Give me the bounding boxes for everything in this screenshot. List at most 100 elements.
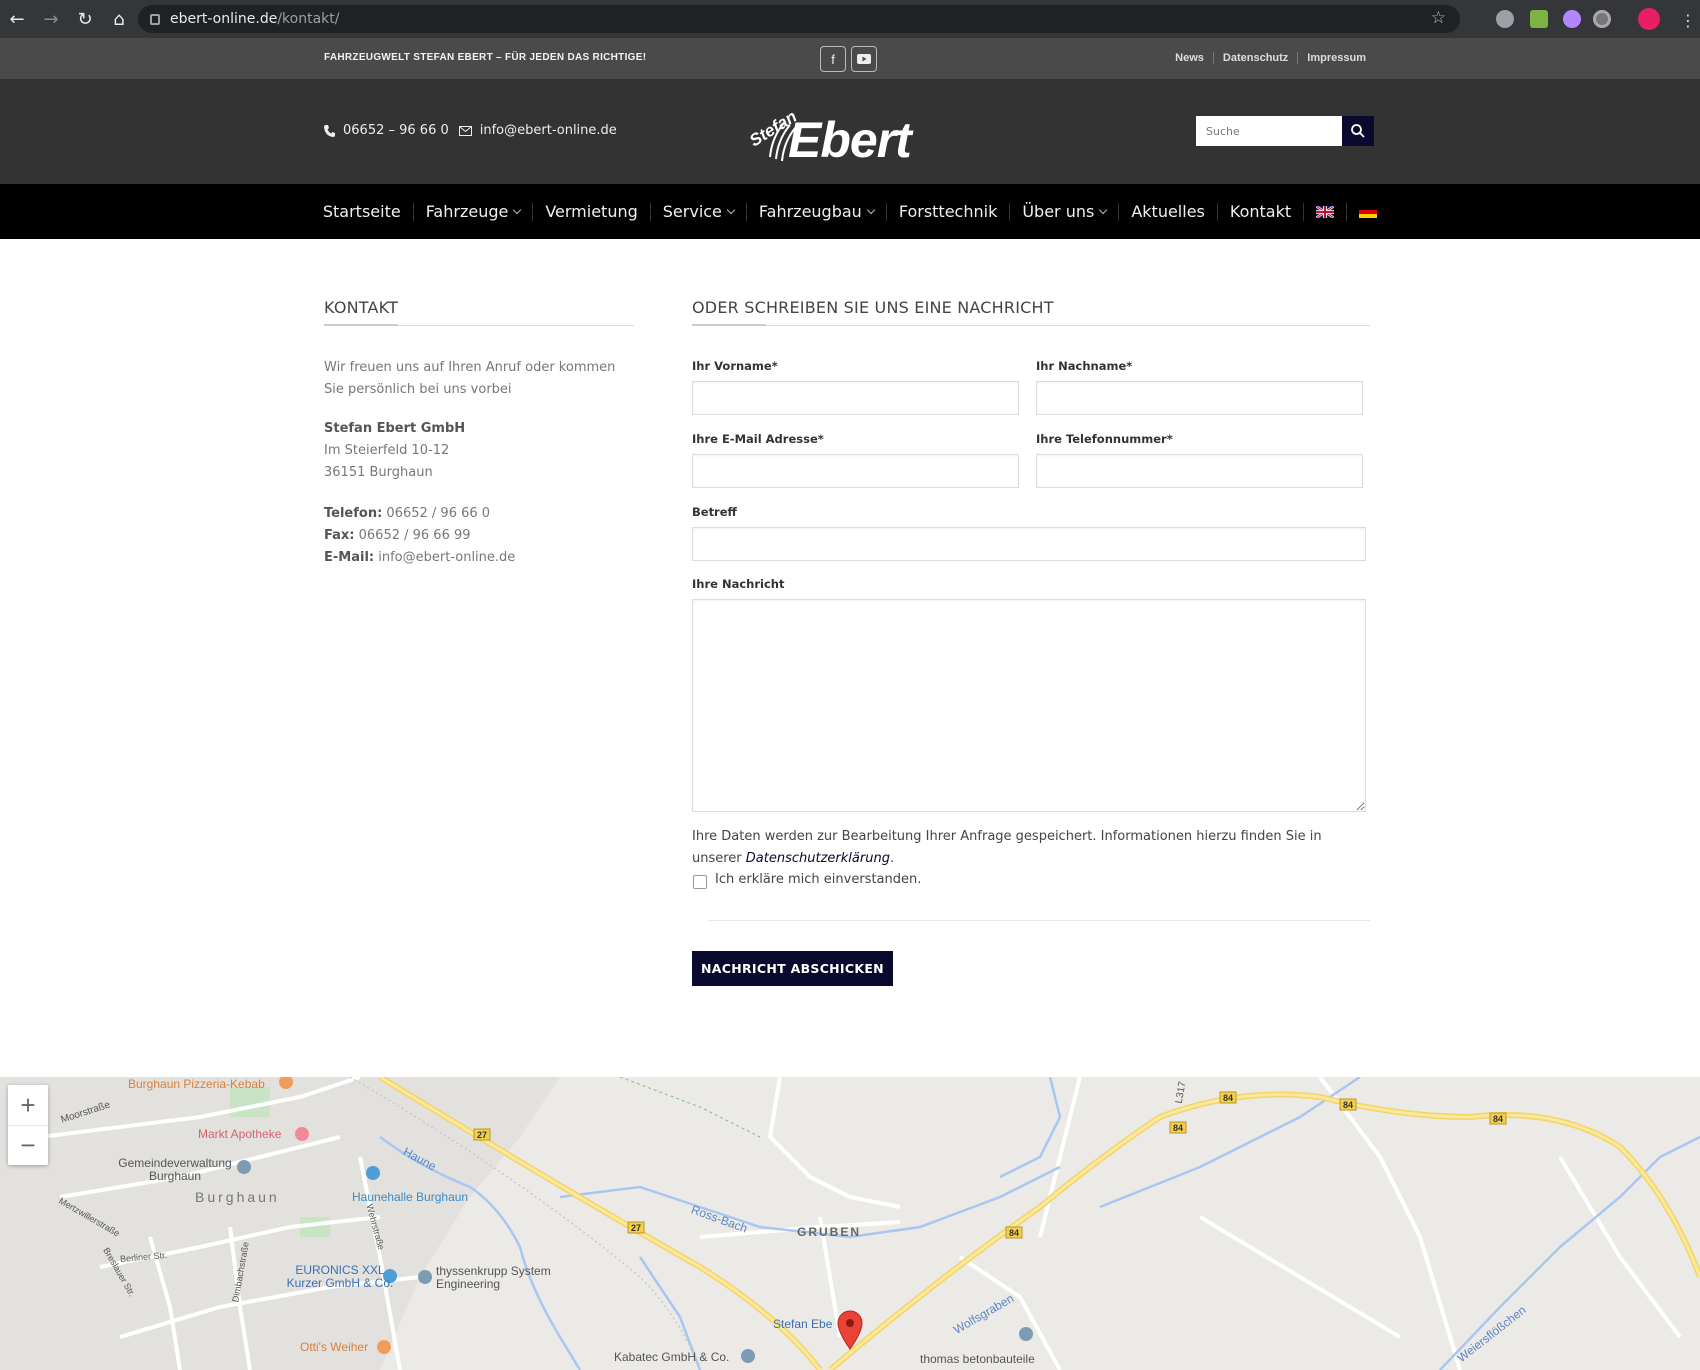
consent-checkbox[interactable] (693, 875, 707, 889)
browser-toolbar: ← → ↻ ⌂ ebert-online.de/kontakt/ ☆ ⋮ (0, 0, 1700, 38)
kontakt-title: KONTAKT (324, 298, 399, 317)
extension-feather-icon[interactable] (1563, 10, 1581, 28)
phone-field[interactable] (1036, 454, 1363, 488)
header-email[interactable]: info@ebert-online.de (480, 123, 617, 138)
back-icon[interactable]: ← (0, 0, 34, 38)
nav-label: Aktuelles (1131, 202, 1205, 221)
header-phone[interactable]: 06652 – 96 66 0 (343, 123, 449, 138)
forward-icon[interactable]: → (34, 0, 68, 38)
phone-icon (324, 124, 335, 137)
lang-english-flag[interactable] (1303, 202, 1346, 221)
map-label: Burghaun Pizzeria-Kebab (128, 1077, 265, 1091)
top-link-datenschutz[interactable]: Datenschutz (1212, 52, 1297, 64)
privacy-notice: Ihre Daten werden zur Bearbeitung Ihrer … (692, 826, 1372, 870)
url-path: /kontakt/ (277, 11, 340, 27)
header-search (1196, 116, 1374, 146)
map-label: Gemeindeverwaltung Burghaun (118, 1156, 232, 1183)
zoom-out-button[interactable]: − (8, 1125, 48, 1165)
drive-extension-icon[interactable] (1496, 10, 1514, 28)
map-label: Kabatec GmbH & Co. (614, 1350, 730, 1364)
phone-value[interactable]: 06652 / 96 66 0 (386, 506, 490, 521)
nav-label: Vermietung (545, 202, 638, 221)
form-footer-divider (708, 920, 1370, 921)
site-header: 06652 – 96 66 0 info@ebert-online.de Ste… (0, 79, 1700, 184)
url-host: ebert-online.de (170, 11, 278, 27)
site-logo[interactable]: Stefan Ebert (746, 97, 948, 169)
tagline: FAHRZEUGWELT STEFAN EBERT – FÜR JEDEN DA… (324, 52, 647, 63)
profile-avatar[interactable] (1638, 8, 1660, 30)
search-button[interactable] (1342, 116, 1374, 146)
message-textarea[interactable] (692, 599, 1366, 812)
subject-label: Betreff (692, 505, 737, 519)
company-name: Stefan Ebert GmbH (324, 421, 466, 436)
home-icon[interactable]: ⌂ (102, 0, 136, 38)
nav-kontakt[interactable]: Kontakt (1216, 202, 1303, 221)
kontakt-divider-accent (324, 324, 398, 326)
nav-fahrzeuge[interactable]: Fahrzeuge (412, 202, 533, 221)
zoom-in-button[interactable]: + (8, 1085, 48, 1125)
nav-fahrzeugbau[interactable]: Fahrzeugbau (745, 202, 886, 221)
top-link-impressum[interactable]: Impressum (1297, 52, 1375, 64)
map-label: Markt Apotheke (198, 1127, 282, 1141)
road-number: 84 (1009, 1228, 1019, 1238)
kontakt-details: Telefon: 06652 / 96 66 0 Fax: 06652 / 96… (324, 503, 515, 569)
google-map[interactable]: 27 27 84 84 84 84 84 + − Burghaun Pizzer… (0, 1077, 1700, 1370)
nav-aktuelles[interactable]: Aktuelles (1118, 202, 1217, 221)
privacy-link[interactable]: Datenschutzerklärung (746, 851, 890, 866)
map-label: Otti's Weiher (300, 1340, 369, 1354)
search-input[interactable] (1196, 116, 1342, 146)
email-icon (458, 125, 472, 136)
lang-german-flag[interactable] (1346, 202, 1389, 221)
nav-service[interactable]: Service (649, 202, 746, 221)
nav-ueber-uns[interactable]: Über uns (1009, 202, 1118, 221)
phone-label: Telefon: (324, 506, 383, 521)
email-field[interactable] (692, 454, 1019, 488)
form-divider-accent (692, 324, 766, 326)
map-roads: 27 27 84 84 84 84 84 (0, 1077, 1700, 1370)
reload-icon[interactable]: ↻ (68, 0, 102, 38)
extension-circle-icon[interactable] (1593, 10, 1611, 28)
address-bar[interactable]: ebert-online.de/kontakt/ ☆ (138, 5, 1460, 33)
phone-field-label: Ihre Telefonnummer* (1036, 432, 1173, 446)
form-title: ODER SCHREIBEN SIE UNS EINE NACHRICHT (692, 298, 1054, 317)
consent-label[interactable]: Ich erkläre mich einverstanden. (715, 872, 921, 887)
main-navigation: Startseite Fahrzeuge Vermietung Service … (0, 184, 1700, 239)
top-link-news[interactable]: News (1166, 52, 1213, 64)
fax-label: Fax: (324, 528, 355, 543)
firstname-field[interactable] (692, 381, 1019, 415)
road-number: 84 (1223, 1093, 1233, 1103)
lock-icon (150, 13, 160, 25)
map-label: Stefan Ebe (773, 1317, 833, 1331)
youtube-icon[interactable] (851, 46, 877, 72)
nav-startseite[interactable]: Startseite (311, 202, 413, 221)
road-number: 27 (631, 1223, 641, 1233)
submit-button[interactable]: NACHRICHT ABSCHICKEN (692, 951, 893, 986)
chevron-down-icon (866, 205, 876, 214)
german-flag-icon (1359, 205, 1378, 218)
logo-text-big: Ebert (788, 112, 914, 168)
nav-label: Fahrzeuge (425, 202, 509, 221)
map-label: Haunehalle Burghaun (352, 1190, 469, 1204)
map-label: EURONICS XXL Kurzer GmbH & Co. (286, 1263, 394, 1290)
bookmark-star-icon[interactable]: ☆ (1431, 8, 1446, 28)
form-divider (692, 325, 1370, 326)
nav-label: Service (662, 202, 722, 221)
email-label: E-Mail: (324, 550, 375, 565)
road-number: 84 (1493, 1114, 1503, 1124)
top-info-bar: FAHRZEUGWELT STEFAN EBERT – FÜR JEDEN DA… (0, 38, 1700, 79)
chevron-down-icon (513, 205, 522, 214)
nav-vermietung[interactable]: Vermietung (532, 202, 649, 221)
message-label: Ihre Nachricht (692, 577, 785, 591)
email-value[interactable]: info@ebert-online.de (378, 550, 515, 565)
subject-field[interactable] (692, 527, 1366, 561)
lastname-field[interactable] (1036, 381, 1363, 415)
road-number: 27 (477, 1130, 487, 1140)
nav-forsttechnik[interactable]: Forsttechnik (885, 202, 1010, 221)
facebook-icon[interactable]: f (820, 46, 846, 72)
menu-kebab-icon[interactable]: ⋮ (1680, 11, 1696, 30)
nav-label: Startseite (322, 202, 401, 221)
city: 36151 Burghaun (324, 465, 433, 480)
extension-pen-icon[interactable] (1530, 10, 1548, 28)
map-label: thyssenkrupp System Engineering (436, 1264, 551, 1291)
map-label: Burghaun (195, 1189, 280, 1205)
